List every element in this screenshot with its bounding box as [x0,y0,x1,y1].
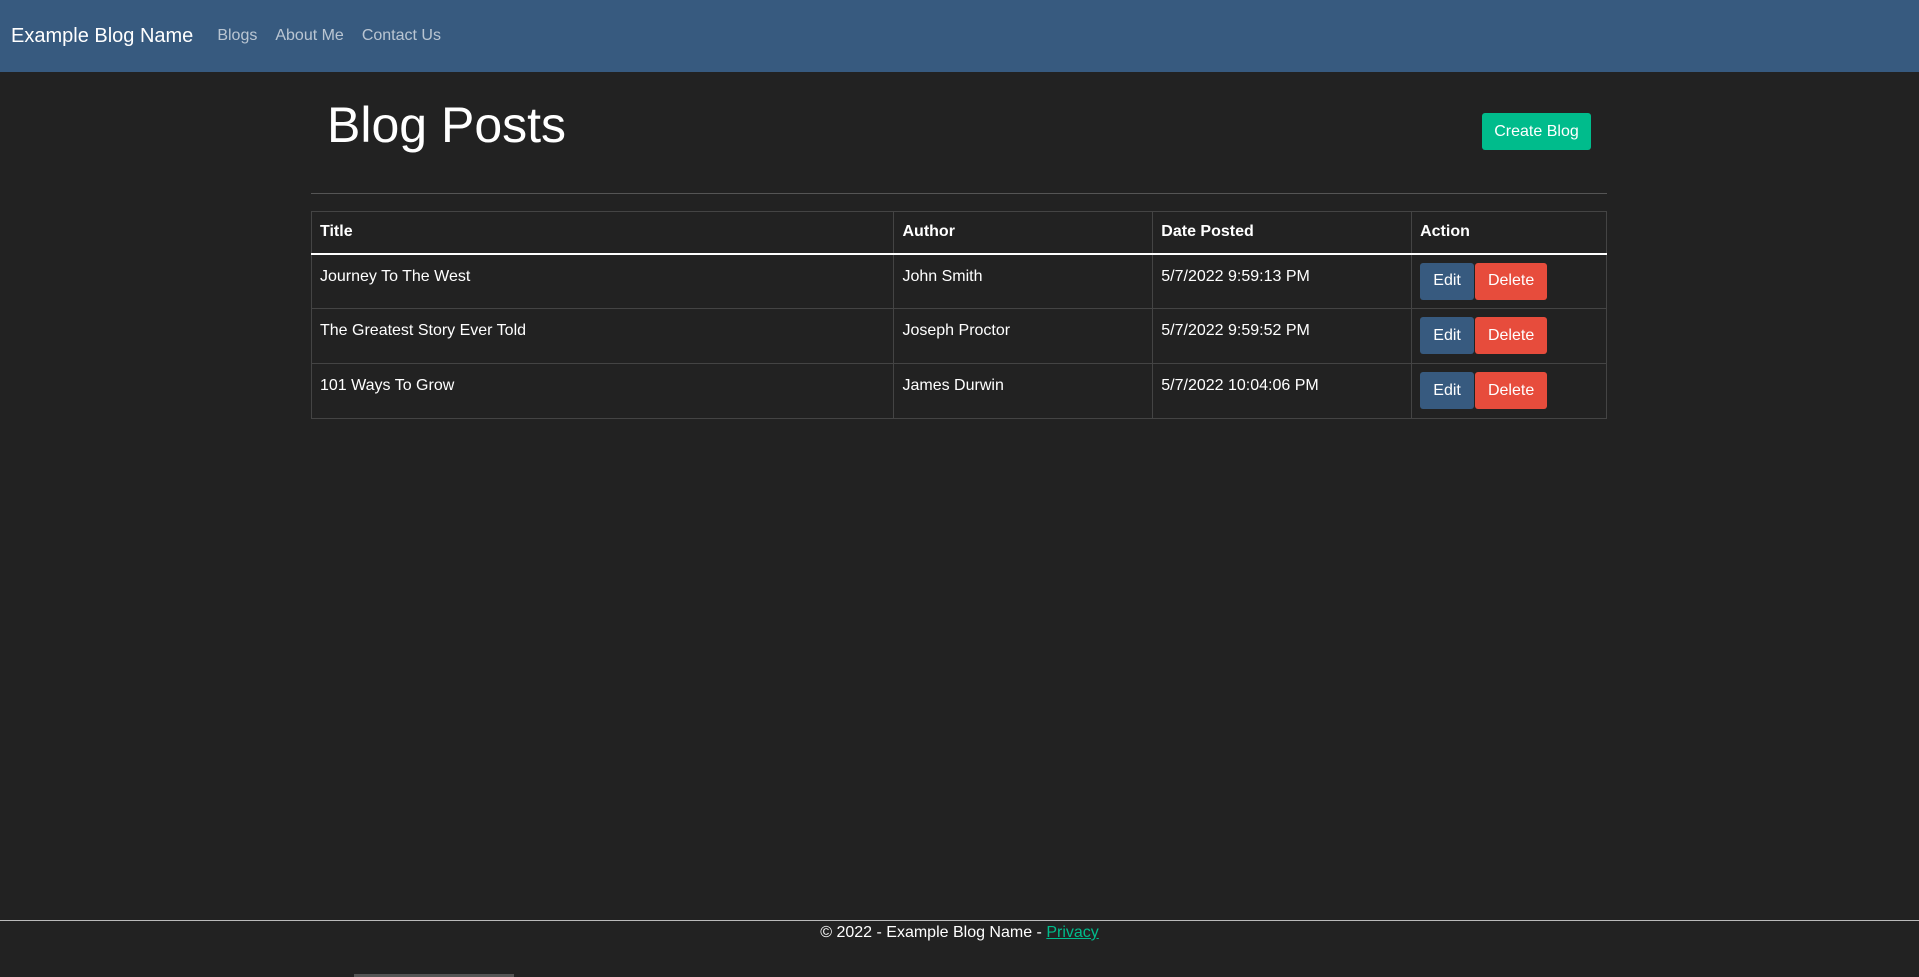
page-title: Blog Posts [327,97,567,153]
table-row: The Greatest Story Ever Told Joseph Proc… [310,308,1607,364]
cell-date: 5/7/2022 9:59:13 PM [1152,253,1413,309]
delete-button[interactable]: Delete [1475,262,1548,300]
cell-title: 101 Ways To Grow [310,363,895,419]
cell-author: James Durwin [893,363,1154,419]
cell-actions: Edit Delete [1411,363,1607,419]
navbar: Example Blog Name Blogs About Me Contact… [0,0,1919,72]
column-header-date-posted: Date Posted [1152,211,1413,255]
cell-actions: Edit Delete [1411,308,1607,364]
footer-copyright: © 2022 - Example Blog Name - [820,924,1047,941]
privacy-link[interactable]: Privacy [1046,924,1098,941]
delete-button[interactable]: Delete [1475,317,1548,354]
column-header-title: Title [310,211,895,255]
header-divider [311,193,1607,194]
cell-date: 5/7/2022 9:59:52 PM [1152,308,1413,364]
nav-link-blogs[interactable]: Blogs [217,27,257,45]
table-row: 101 Ways To Grow James Durwin 5/7/2022 1… [310,363,1607,419]
table-row: Journey To The West John Smith 5/7/2022 … [310,253,1607,309]
edit-button[interactable]: Edit [1420,262,1475,300]
blog-posts-table: Title Author Date Posted Action Journey … [310,211,1607,419]
create-blog-button[interactable]: Create Blog [1482,113,1591,150]
nav-link-contact-us[interactable]: Contact Us [362,27,441,45]
table-header-row: Title Author Date Posted Action [310,211,1607,255]
cell-actions: Edit Delete [1411,253,1607,309]
cell-date: 5/7/2022 10:04:06 PM [1152,363,1413,419]
delete-button[interactable]: Delete [1475,372,1548,409]
cell-title: The Greatest Story Ever Told [310,308,895,364]
column-header-action: Action [1411,211,1607,255]
cell-author: Joseph Proctor [893,308,1154,364]
cell-author: John Smith [893,253,1154,309]
edit-button[interactable]: Edit [1420,317,1475,354]
edit-button[interactable]: Edit [1420,372,1475,409]
column-header-author: Author [893,211,1154,255]
cell-title: Journey To The West [310,253,895,309]
brand-link[interactable]: Example Blog Name [11,25,193,48]
nav-link-about-me[interactable]: About Me [275,27,343,45]
footer-divider [0,920,1919,921]
footer: © 2022 - Example Blog Name - Privacy [0,924,1919,942]
